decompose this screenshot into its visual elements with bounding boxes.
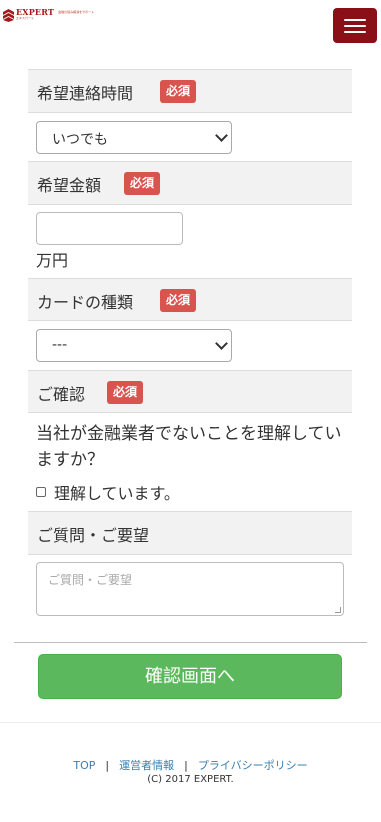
card-type-selected: --- — [52, 337, 68, 353]
inquiry-placeholder: ご質問・ご要望 — [48, 573, 133, 587]
confirm-checkbox-row[interactable]: 理解しています。 — [36, 480, 180, 504]
footer-divider — [0, 722, 381, 723]
confirm-label: ご確認 — [37, 385, 86, 404]
inquiry-textarea[interactable]: ご質問・ご要望 — [36, 562, 344, 616]
card-type-select[interactable]: --- — [36, 329, 232, 362]
resize-handle-icon[interactable] — [335, 607, 341, 613]
required-badge: 必須 — [160, 80, 197, 103]
footer-link-top[interactable]: TOP — [73, 759, 95, 772]
chevron-down-icon — [215, 129, 228, 142]
logo-subtitle: エキスパート — [16, 16, 34, 20]
site-header: EXPERT エキスパート 金融の悩み解消をサポート — [0, 0, 381, 50]
row-header-card-type: カードの種類 必須 — [28, 278, 352, 321]
card-type-label: カードの種類 — [37, 293, 134, 312]
chevron-down-icon — [215, 337, 228, 350]
menu-button[interactable] — [333, 8, 377, 43]
logo-mark-icon — [3, 9, 14, 22]
logo-description: 金融の悩み解消をサポート — [58, 10, 95, 14]
copyright: (C) 2017 EXPERT. — [147, 774, 234, 785]
row-header-confirm: ご確認 必須 — [28, 370, 352, 413]
footer-links: TOP | 運営者情報 | プライバシーポリシー — [0, 757, 381, 773]
amount-unit: 万円 — [36, 251, 69, 270]
contact-time-select[interactable]: いつでも — [36, 121, 232, 154]
row-header-inquiry: ご質問・ご要望 — [28, 511, 352, 555]
confirm-checkbox[interactable] — [36, 487, 46, 497]
logo-name: EXPERT — [16, 7, 55, 17]
footer-separator: | — [184, 759, 188, 772]
contact-time-label: 希望連絡時間 — [37, 84, 134, 103]
confirm-checkbox-label[interactable]: 理解しています。 — [54, 480, 180, 504]
required-badge: 必須 — [160, 289, 197, 312]
form-divider — [14, 642, 367, 643]
contact-time-selected: いつでも — [52, 132, 108, 148]
footer-link-privacy[interactable]: プライバシーポリシー — [198, 759, 308, 772]
required-badge: 必須 — [124, 172, 161, 195]
amount-input[interactable] — [36, 212, 183, 245]
row-header-amount: 希望金額 必須 — [28, 161, 352, 205]
inquiry-label: ご質問・ご要望 — [37, 526, 150, 545]
confirm-submit-button[interactable]: 確認画面へ — [38, 654, 342, 699]
footer-separator: | — [105, 759, 110, 772]
required-badge: 必須 — [107, 381, 144, 404]
site-logo[interactable]: EXPERT エキスパート 金融の悩み解消をサポート — [3, 8, 120, 22]
confirm-question: 当社が金融業者でないことを理解していますか？ — [36, 424, 342, 470]
amount-label: 希望金額 — [37, 176, 102, 195]
hamburger-icon — [344, 19, 366, 21]
footer-link-operator[interactable]: 運営者情報 — [119, 759, 174, 772]
row-header-contact-time: 希望連絡時間 必須 — [28, 69, 352, 113]
